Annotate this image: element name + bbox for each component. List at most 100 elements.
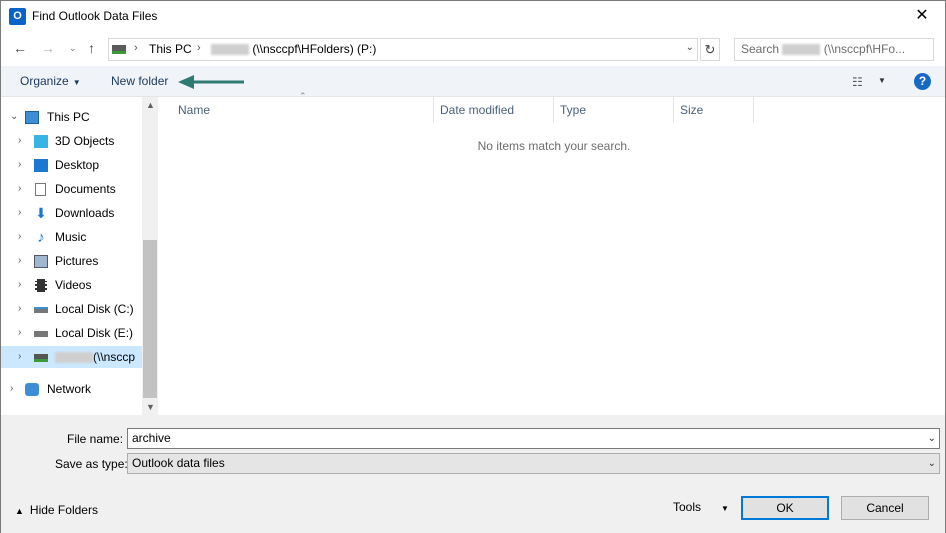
sidebar-item-label: Pictures (55, 254, 99, 268)
music-icon: ♪ (37, 229, 45, 246)
sidebar-item-this-pc[interactable]: ⌄ This PC (1, 106, 142, 128)
computer-icon (25, 111, 39, 124)
caret-down-icon: ▼ (72, 78, 81, 87)
save-as-type-select[interactable]: Outlook data files ⌄ (127, 453, 940, 474)
network-drive-icon (34, 354, 48, 362)
network-icon (25, 383, 39, 396)
breadcrumb-network-drive[interactable]: (\\nsccpf\HFolders) (P:) (211, 42, 376, 56)
redacted-text (55, 352, 93, 364)
sidebar-item-label: Documents (55, 182, 116, 196)
recent-locations-chevron-icon[interactable]: ⌄ (69, 43, 77, 54)
find-outlook-data-files-dialog: O Find Outlook Data Files ✕ ← → ⌄ ↑ › Th… (0, 0, 946, 533)
scroll-down-icon[interactable]: ▼ (146, 402, 155, 412)
hide-folders-button[interactable]: ▲ Hide Folders (15, 503, 98, 517)
search-input[interactable]: Search (\\nsccpf\HFo... (734, 38, 934, 61)
chevron-right-icon[interactable]: › (10, 378, 13, 400)
save-as-type-label: Save as type: (55, 457, 128, 471)
sidebar-item-local-disk-e[interactable]: › Local Disk (E:) (1, 322, 142, 344)
chevron-right-icon[interactable]: › (18, 346, 21, 368)
sidebar-item-pictures[interactable]: › Pictures (1, 250, 142, 272)
sidebar-item-local-disk-c[interactable]: › Local Disk (C:) (1, 298, 142, 320)
sidebar-item-label: (\\nsccp (55, 346, 135, 368)
back-arrow-icon[interactable]: ← (13, 40, 27, 56)
file-name-label: File name: (67, 432, 124, 446)
desktop-icon (34, 159, 48, 172)
navigation-pane-scrollbar[interactable]: ▲ ▼ (142, 97, 158, 415)
scroll-up-icon[interactable]: ▲ (146, 100, 155, 110)
chevron-right-icon[interactable]: › (18, 178, 21, 200)
caret-up-icon: ▲ (15, 506, 24, 516)
column-header-size[interactable]: Size (674, 97, 754, 123)
file-name-field[interactable]: archive ⌄ (127, 428, 940, 449)
breadcrumb-separator: › (134, 42, 138, 54)
scrollbar-thumb[interactable] (143, 240, 157, 398)
hide-folders-label: Hide Folders (29, 503, 98, 517)
address-dropdown-chevron-icon[interactable]: ⌄ (686, 42, 694, 53)
sidebar-item-videos[interactable]: › Videos (1, 274, 142, 296)
sidebar-item-downloads[interactable]: › ⬇ Downloads (1, 202, 142, 224)
refresh-icon[interactable]: ↻ (700, 38, 720, 61)
sidebar-item-network[interactable]: › Network (1, 378, 142, 400)
network-drive-icon (112, 45, 126, 54)
search-placeholder-prefix: Search (741, 42, 780, 56)
breadcrumb-this-pc[interactable]: This PC (149, 42, 192, 56)
sidebar-item-3d-objects[interactable]: › 3D Objects (1, 130, 142, 152)
address-bar[interactable]: › This PC › (\\nsccpf\HFolders) (P:) ⌄ (108, 38, 698, 61)
organize-menu-button[interactable]: Organize ▼ (20, 74, 81, 88)
chevron-right-icon[interactable]: › (18, 202, 21, 224)
column-header-date-modified[interactable]: Date modified (434, 97, 554, 123)
navigation-pane: ⌄ This PC › 3D Objects › Desktop › Docum… (1, 97, 142, 415)
change-view-icon[interactable]: ☷ (852, 75, 863, 89)
sidebar-item-label: Local Disk (E:) (55, 326, 134, 340)
breadcrumb-separator: › (197, 42, 201, 54)
ok-button[interactable]: OK (741, 496, 829, 520)
annotation-arrow-icon (178, 75, 244, 89)
video-icon (35, 279, 47, 292)
outlook-app-icon: O (9, 8, 26, 25)
organize-label: Organize (20, 74, 69, 88)
file-name-dropdown-chevron-icon[interactable]: ⌄ (928, 429, 936, 448)
forward-arrow-icon[interactable]: → (41, 40, 55, 56)
sidebar-item-label: Network (47, 382, 92, 396)
sidebar-item-label: Music (55, 230, 87, 244)
drive-icon (34, 331, 48, 337)
chevron-right-icon[interactable]: › (18, 274, 21, 296)
sidebar-item-documents[interactable]: › Documents (1, 178, 142, 200)
column-header-name[interactable]: Name (172, 97, 434, 123)
cancel-button[interactable]: Cancel (841, 496, 929, 520)
sidebar-item-desktop[interactable]: › Desktop (1, 154, 142, 176)
breadcrumb-drive-label: (\\nsccpf\HFolders) (P:) (252, 42, 377, 56)
redacted-text (782, 44, 821, 56)
chevron-right-icon[interactable]: › (18, 250, 21, 272)
view-options-caret-icon[interactable]: ▼ (878, 76, 886, 85)
sidebar-item-music[interactable]: › ♪ Music (1, 226, 142, 248)
chevron-right-icon[interactable]: › (18, 130, 21, 152)
dialog-footer: File name: archive ⌄ Save as type: Outlo… (1, 415, 945, 533)
sidebar-item-label: Desktop (55, 158, 100, 172)
sidebar-item-label: Videos (55, 278, 92, 292)
sidebar-item-network-drive[interactable]: › (\\nsccp (1, 346, 142, 368)
cube-icon (34, 135, 48, 148)
drive-icon (34, 307, 48, 313)
picture-icon (34, 255, 48, 268)
sidebar-item-label: Local Disk (C:) (55, 302, 134, 316)
close-button[interactable]: ✕ (899, 1, 945, 31)
up-arrow-icon[interactable]: ↑ (88, 40, 95, 56)
sidebar-item-label: 3D Objects (55, 134, 115, 148)
caret-down-icon: ▼ (721, 504, 729, 513)
chevron-right-icon[interactable]: › (18, 154, 21, 176)
help-icon[interactable]: ? (914, 73, 931, 90)
chevron-right-icon[interactable]: › (18, 226, 21, 248)
sidebar-item-label-text: (\\nsccp (93, 350, 136, 364)
new-folder-button[interactable]: New folder (111, 74, 168, 88)
save-as-type-value: Outlook data files (132, 456, 225, 470)
window-title: Find Outlook Data Files (32, 9, 158, 23)
chevron-right-icon[interactable]: › (18, 322, 21, 344)
tools-menu-button[interactable]: Tools ▼ (673, 500, 729, 514)
chevron-down-icon[interactable]: ⌄ (10, 106, 18, 128)
file-name-value: archive (132, 431, 171, 445)
column-header-type[interactable]: Type (554, 97, 674, 123)
save-as-type-dropdown-chevron-icon[interactable]: ⌄ (928, 454, 936, 473)
tools-label: Tools (673, 500, 702, 514)
chevron-right-icon[interactable]: › (18, 298, 21, 320)
